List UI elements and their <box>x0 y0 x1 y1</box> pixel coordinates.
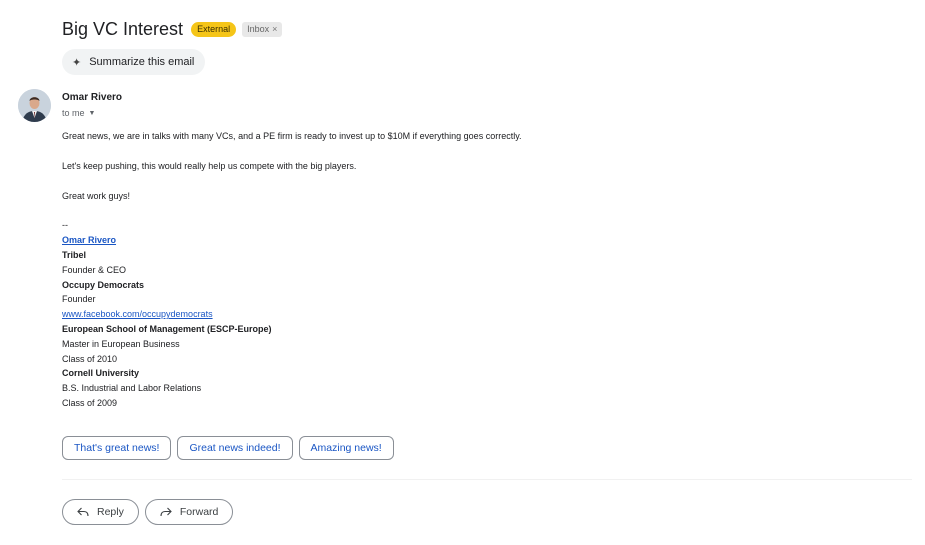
signature-school: Cornell University <box>62 368 140 379</box>
email-body: Great news, we are in talks with many VC… <box>62 129 522 411</box>
divider <box>62 479 912 480</box>
reply-button[interactable]: Reply <box>62 499 139 525</box>
signature-class: Class of 2010 <box>62 353 118 364</box>
signature-degree: Master in European Business <box>62 338 180 349</box>
reply-label: Reply <box>97 506 124 518</box>
smart-reply-button[interactable]: That's great news! <box>62 436 172 460</box>
recipient-details-toggle[interactable]: to me ▼ <box>62 108 95 118</box>
summarize-label: Summarize this email <box>89 56 195 68</box>
sender-avatar[interactable] <box>18 89 51 122</box>
signature-degree: B.S. Industrial and Labor Relations <box>62 383 202 394</box>
body-paragraph: Let's keep pushing, this would really he… <box>62 160 357 171</box>
email-actions: Reply Forward <box>62 499 234 525</box>
subject-row: Big VC Interest External Inbox × <box>62 19 283 40</box>
recipient-line: to me <box>62 108 85 118</box>
forward-icon <box>160 507 172 517</box>
signature-class: Class of 2009 <box>62 397 118 408</box>
remove-label-icon[interactable]: × <box>272 24 277 35</box>
smart-reply-button[interactable]: Great news indeed! <box>177 436 293 460</box>
signature-school: European School of Management (ESCP-Euro… <box>62 323 272 334</box>
external-label: External <box>191 22 237 37</box>
email-subject: Big VC Interest <box>62 19 184 39</box>
reply-icon <box>77 507 89 517</box>
signature-separator: -- <box>62 220 68 231</box>
inbox-label-text: Inbox <box>247 24 270 34</box>
body-paragraph: Great work guys! <box>62 190 131 201</box>
forward-label: Forward <box>179 506 219 518</box>
chevron-down-icon: ▼ <box>88 109 96 117</box>
sender-name: Omar Rivero <box>62 92 123 103</box>
summarize-email-button[interactable]: ✦ Summarize this email <box>62 49 206 75</box>
forward-button[interactable]: Forward <box>144 499 234 525</box>
signature-facebook-link[interactable]: www.facebook.com/occupydemocrats <box>62 307 522 322</box>
body-paragraph: Great news, we are in talks with many VC… <box>62 131 522 141</box>
inbox-label: Inbox × <box>242 22 283 37</box>
signature-title: Founder <box>62 294 96 305</box>
smart-replies: That's great news! Great news indeed! Am… <box>62 436 394 460</box>
signature-name-link[interactable]: Omar Rivero <box>62 233 522 248</box>
signature-company: Occupy Democrats <box>62 279 145 290</box>
signature-company: Tribel <box>62 249 87 260</box>
signature-title: Founder & CEO <box>62 264 127 275</box>
sparkle-icon: ✦ <box>72 56 82 69</box>
avatar-photo <box>18 89 51 122</box>
smart-reply-button[interactable]: Amazing news! <box>298 436 394 460</box>
